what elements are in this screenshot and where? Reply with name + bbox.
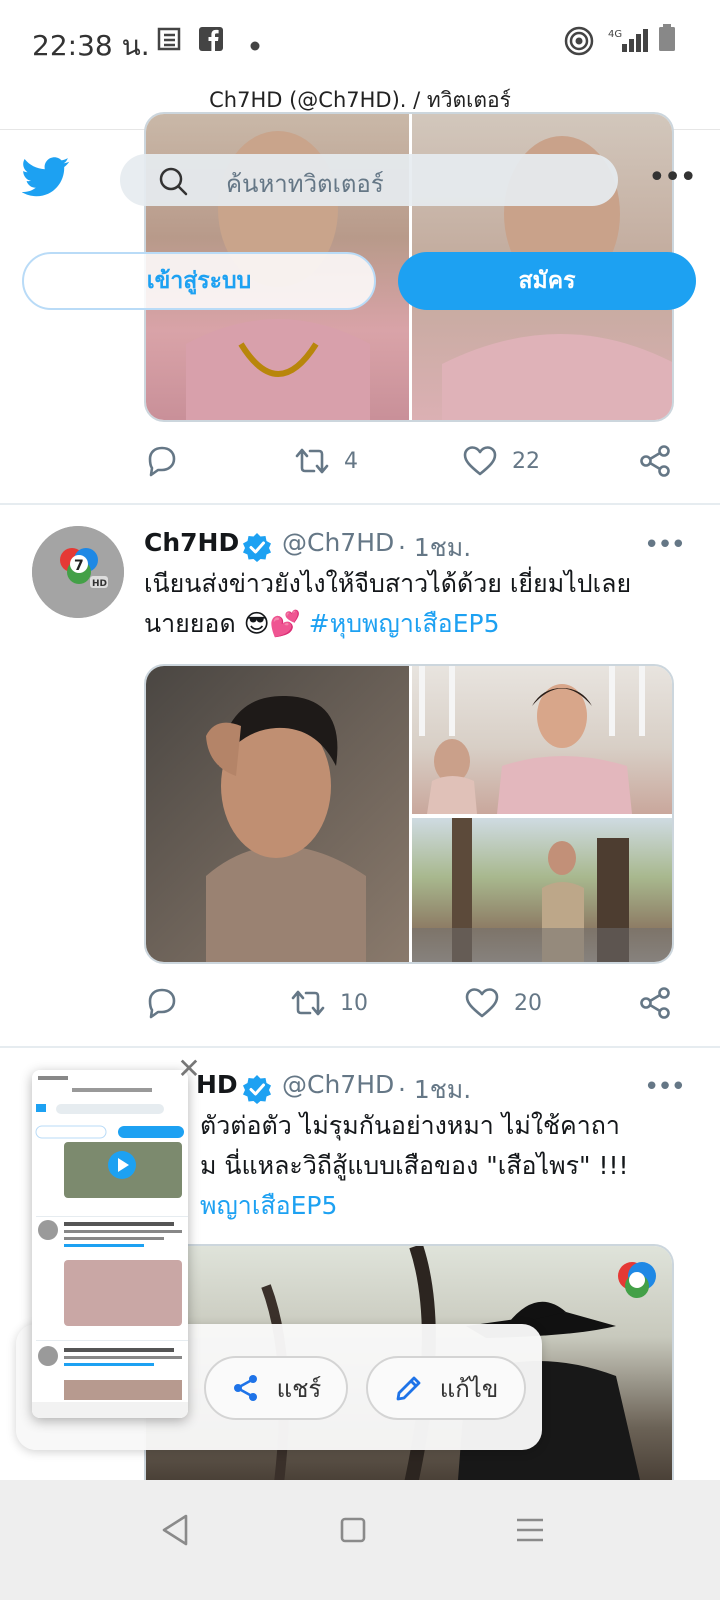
tweet-handle[interactable]: @Ch7HD (282, 528, 394, 557)
more-options-icon[interactable]: ••• (648, 160, 697, 195)
reply-icon (148, 446, 176, 477)
tweet-author-name[interactable]: Ch7HD (144, 528, 239, 557)
heart-icon (465, 988, 499, 1018)
tweet-text-line: นายยอด 😎💕 (144, 609, 301, 638)
login-button[interactable]: เข้าสู่ระบบ (22, 252, 376, 310)
like-count: 22 (512, 448, 540, 474)
tweet-text: ตัวต่อตัว ไม่รุมกันอย่างหมา ไม่ใช้คาถา ม… (200, 1106, 680, 1226)
tweet-divider (0, 1046, 720, 1048)
status-time: 22:38 น. (32, 29, 150, 62)
like-count: 20 (514, 990, 542, 1016)
tweet-photo[interactable] (412, 818, 672, 962)
pencil-icon (396, 1376, 421, 1401)
tweet-text-line: ม นี่แหละวิถีสู้แบบเสือของ "เสือไพร" !!! (200, 1151, 629, 1180)
signup-button[interactable]: สมัคร (398, 252, 696, 310)
share-icon (233, 1375, 257, 1401)
retweet-button[interactable]: 10 (290, 986, 368, 1020)
tweet-text: เนียนส่งข่าวยังไงให้จีบสาวได้ด้วย เยี่ยม… (144, 564, 684, 644)
retweet-count: 10 (340, 990, 368, 1016)
tweet-divider (0, 503, 720, 505)
verified-badge-icon (243, 1075, 271, 1104)
status-bar: 22:38 น. 4G (0, 0, 720, 80)
tweet-handle[interactable]: @Ch7HD (282, 1070, 394, 1099)
tweet-time[interactable]: · 1ชม. (398, 1070, 471, 1110)
tweet-more-icon[interactable]: ••• (644, 1072, 686, 1102)
home-icon[interactable] (333, 1510, 373, 1550)
tweet-text-line: เนียนส่งข่าวยังไงให้จีบสาวได้ด้วย เยี่ยม… (144, 569, 632, 598)
hotspot-icon (564, 26, 594, 63)
share-icon (640, 445, 670, 477)
screenshot-thumbnail[interactable] (32, 1070, 188, 1418)
retweet-button[interactable]: 4 (294, 444, 358, 478)
recent-apps-icon[interactable] (510, 1510, 550, 1550)
edit-label: แก้ไข (439, 1374, 499, 1403)
search-icon (159, 167, 188, 196)
signal-icon: 4G (608, 26, 652, 61)
back-icon[interactable] (156, 1510, 196, 1550)
search-placeholder: ค้นหาทวิตเตอร์ (226, 170, 384, 198)
tweet-time[interactable]: · 1ชม. (398, 528, 471, 568)
twitter-logo-icon[interactable] (22, 155, 70, 199)
battery-icon (658, 24, 676, 59)
share-icon (640, 987, 670, 1019)
tweet-more-icon[interactable]: ••• (644, 530, 686, 560)
share-screenshot-button[interactable]: แชร์ (204, 1356, 348, 1420)
retweet-icon (291, 990, 325, 1016)
like-button[interactable]: 22 (462, 444, 540, 478)
edit-screenshot-button[interactable]: แก้ไข (366, 1356, 526, 1420)
retweet-icon (295, 448, 329, 474)
tweet-text-line: ตัวต่อตัว ไม่รุมกันอย่างหมา ไม่ใช้คาถา (200, 1111, 620, 1140)
tweet-photo[interactable] (146, 666, 409, 962)
close-icon[interactable]: ✕ (174, 1054, 204, 1084)
hashtag-link[interactable]: พญาเสือEP5 (200, 1186, 680, 1226)
system-navigation-bar (0, 1480, 720, 1600)
reply-button[interactable] (144, 986, 180, 1020)
notification-dot-icon (248, 30, 262, 60)
facebook-icon (198, 26, 224, 59)
avatar[interactable]: 7 HD (32, 526, 124, 618)
news-icon (156, 26, 182, 59)
tweet-media-grid[interactable] (144, 664, 674, 964)
svg-text:HD: HD (92, 579, 107, 589)
heart-icon (463, 446, 497, 476)
like-button[interactable]: 20 (464, 986, 542, 1020)
svg-text:7: 7 (74, 558, 84, 574)
svg-text:4G: 4G (608, 29, 622, 40)
share-button[interactable] (638, 986, 674, 1020)
hashtag-link[interactable]: #หุบพญาเสือEP5 (309, 609, 500, 638)
tweet-photo[interactable] (412, 666, 672, 814)
search-input[interactable]: ค้นหาทวิตเตอร์ (120, 154, 618, 206)
retweet-count: 4 (344, 448, 358, 474)
reply-button[interactable] (144, 444, 180, 478)
verified-badge-icon (243, 533, 271, 562)
reply-icon (148, 988, 176, 1019)
share-label: แชร์ (276, 1374, 322, 1403)
share-button[interactable] (638, 444, 674, 478)
